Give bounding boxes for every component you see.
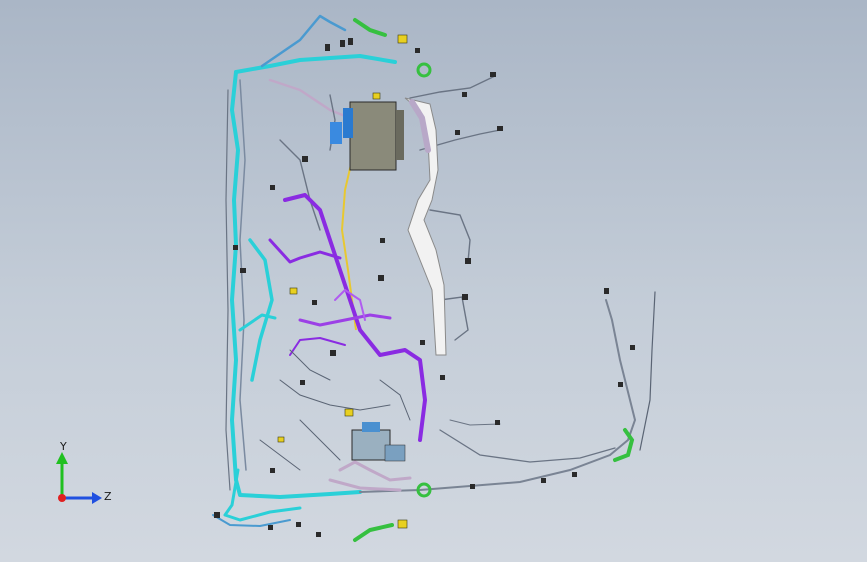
lavender-harness[interactable] bbox=[328, 460, 412, 492]
x-axis-dot bbox=[58, 494, 66, 502]
yellow-harness[interactable] bbox=[340, 159, 357, 331]
grey-harness-bottom[interactable] bbox=[359, 291, 656, 493]
z-axis-label: Z bbox=[104, 490, 112, 503]
purple-harness[interactable] bbox=[268, 193, 427, 442]
z-arrow-head bbox=[92, 492, 102, 504]
y-arrow-head bbox=[56, 452, 68, 464]
wiring-harness-model[interactable] bbox=[0, 0, 867, 562]
air-duct[interactable] bbox=[404, 97, 447, 356]
y-axis-label: Y bbox=[60, 440, 67, 453]
control-module-bottom[interactable] bbox=[351, 422, 406, 462]
ecu-module-top[interactable] bbox=[330, 101, 404, 171]
axis-arrows bbox=[56, 452, 102, 504]
coordinate-triad: Y Z bbox=[40, 438, 120, 518]
graphics-viewport[interactable]: Y Z bbox=[0, 0, 867, 562]
